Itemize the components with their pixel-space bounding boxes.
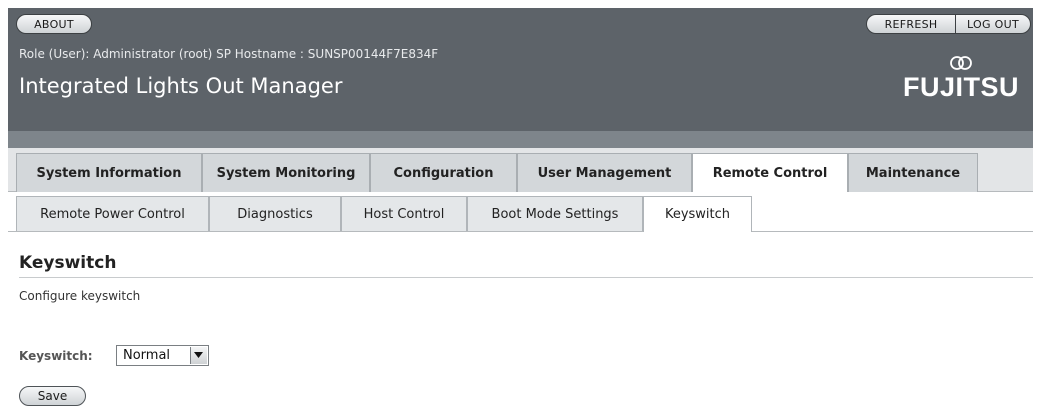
refresh-button[interactable]: REFRESH	[866, 14, 956, 34]
keyswitch-selected-value: Normal	[123, 348, 171, 363]
page-description: Configure keyswitch	[19, 289, 141, 303]
secondary-tab-bar: Remote Power Control Diagnostics Host Co…	[8, 192, 1033, 232]
subtab-boot-mode-settings[interactable]: Boot Mode Settings	[467, 196, 643, 231]
tab-user-management[interactable]: User Management	[517, 153, 692, 192]
tab-system-information[interactable]: System Information	[16, 153, 202, 192]
masthead: ABOUT REFRESH LOG OUT Role (User): Admin…	[8, 8, 1033, 148]
keyswitch-label: Keyswitch:	[19, 349, 93, 363]
tab-maintenance[interactable]: Maintenance	[848, 153, 978, 192]
subtab-host-control[interactable]: Host Control	[341, 196, 467, 231]
brand-logo: FUJITSU	[903, 72, 1020, 102]
app-title: Integrated Lights Out Manager	[19, 74, 343, 98]
chevron-down-icon[interactable]	[190, 347, 207, 364]
role-hostname-info: Role (User): Administrator (root) SP Hos…	[19, 47, 439, 61]
subtab-remote-power-control[interactable]: Remote Power Control	[16, 196, 209, 231]
brand-mark-icon	[950, 56, 972, 70]
title-divider	[19, 277, 1033, 278]
tab-remote-control[interactable]: Remote Control	[692, 153, 848, 193]
save-button[interactable]: Save	[19, 386, 86, 406]
tab-system-monitoring[interactable]: System Monitoring	[202, 153, 370, 192]
subtab-diagnostics[interactable]: Diagnostics	[209, 196, 341, 231]
about-button[interactable]: ABOUT	[16, 14, 92, 34]
tab-configuration[interactable]: Configuration	[370, 153, 517, 192]
subtab-keyswitch[interactable]: Keyswitch	[643, 196, 752, 232]
masthead-band	[8, 131, 1033, 148]
keyswitch-select[interactable]: Normal	[116, 345, 209, 366]
primary-tab-bar: System Information System Monitoring Con…	[8, 148, 1033, 193]
logout-button[interactable]: LOG OUT	[955, 14, 1031, 34]
page-title: Keyswitch	[19, 253, 117, 273]
